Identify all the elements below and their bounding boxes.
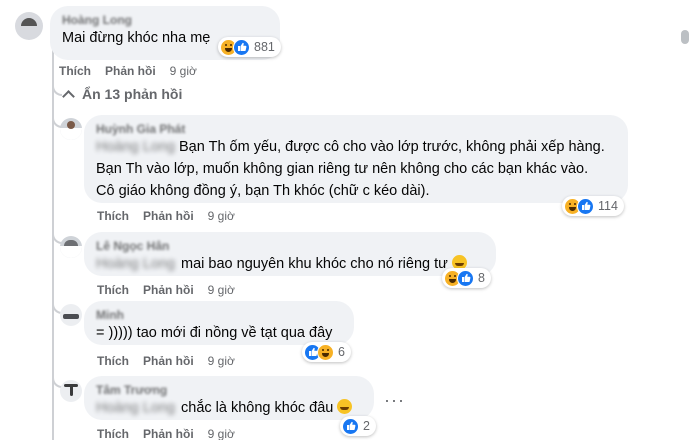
avatar[interactable] xyxy=(60,380,82,402)
mention-tag[interactable]: Hoàng Long xyxy=(96,400,175,416)
reply-button[interactable]: Phản hồi xyxy=(143,427,194,440)
hide-replies-button[interactable]: Ẩn 13 phản hồi xyxy=(62,86,183,103)
reply-author[interactable]: Lê Ngọc Hân xyxy=(96,239,484,253)
avatar-figure xyxy=(64,240,78,246)
reply-time[interactable]: 9 giờ xyxy=(208,354,235,368)
reaction-summary[interactable]: 881 xyxy=(218,37,281,57)
avatar-figure xyxy=(21,18,37,26)
reply-button[interactable]: Phản hồi xyxy=(143,283,194,297)
reply-bubble: Lê Ngọc Hân Hoàng Long mai bao nguyên khu… xyxy=(84,232,496,276)
reply-actions: Thích Phản hồi 9 giờ xyxy=(97,427,235,440)
reaction-summary[interactable]: 8 xyxy=(442,268,491,288)
reaction-count: 6 xyxy=(338,345,345,359)
comment-actions: Thích Phản hồi 9 giờ xyxy=(59,64,197,78)
reply-text: = ))))) tao mới đi nồng về tạt qua đây xyxy=(96,325,333,341)
hide-replies-label: Ẩn 13 phản hồi xyxy=(82,86,183,102)
scrollbar-thumb[interactable] xyxy=(681,30,689,44)
like-icon xyxy=(457,269,474,287)
avatar[interactable] xyxy=(60,118,82,140)
comment-time[interactable]: 9 giờ xyxy=(170,64,197,78)
reply-button[interactable]: Phản hồi xyxy=(143,209,194,223)
like-button[interactable]: Thích xyxy=(59,64,91,78)
reaction-count: 114 xyxy=(598,199,618,213)
reply-time[interactable]: 9 giờ xyxy=(208,427,235,440)
like-button[interactable]: Thích xyxy=(97,209,129,223)
avatar-figure xyxy=(63,314,79,319)
like-button[interactable]: Thích xyxy=(97,427,129,440)
reply-button[interactable]: Phản hồi xyxy=(105,64,156,78)
reply-text: Hoàng Long mai bao nguyên khu khóc cho nó… xyxy=(96,253,484,275)
reply-text-line: Bạn Th vào lớp, muốn không gian riêng tư… xyxy=(96,161,589,177)
reply-author[interactable]: Tâm Trương xyxy=(96,383,362,397)
reaction-summary[interactable]: 114 xyxy=(562,196,624,216)
reply-author[interactable]: Huỳnh Gia Phát xyxy=(96,122,616,136)
haha-icon xyxy=(317,343,334,361)
like-icon xyxy=(342,417,359,435)
avatar-figure xyxy=(70,384,73,396)
like-icon xyxy=(233,38,250,56)
reaction-summary[interactable]: 2 xyxy=(340,416,376,436)
reply-author[interactable]: Minh xyxy=(96,308,342,322)
like-icon xyxy=(577,197,594,215)
comment-author[interactable]: Hoàng Long xyxy=(62,13,268,27)
reaction-count: 8 xyxy=(478,271,485,285)
reply-actions: Thích Phản hồi 9 giờ xyxy=(97,354,235,368)
reaction-count: 881 xyxy=(254,40,275,54)
reaction-count: 2 xyxy=(363,419,370,433)
mention-tag[interactable]: Hoàng Long xyxy=(96,256,175,272)
like-button[interactable]: Thích xyxy=(97,283,129,297)
reply-bubble: Minh = ))))) tao mới đi nồng về tạt qua … xyxy=(84,301,354,345)
reply-actions: Thích Phản hồi 9 giờ xyxy=(97,209,235,223)
reply-actions: Thích Phản hồi 9 giờ xyxy=(97,283,235,297)
reply-bubble: Huỳnh Gia Phát Hoàng Long Bạn Th ốm yếu, … xyxy=(84,115,628,203)
reply-text-line: Cô giáo không đồng ý, bạn Th khóc (chữ c… xyxy=(96,183,430,199)
reply-text: Hoàng Long Bạn Th ốm yếu, được cô cho vào… xyxy=(96,139,605,155)
chevron-up-icon xyxy=(62,89,75,103)
reaction-summary[interactable]: 6 xyxy=(302,342,351,362)
avatar[interactable] xyxy=(60,304,82,326)
mention-tag[interactable]: Hoàng Long xyxy=(96,139,175,155)
reply-bubble: Tâm Trương Hoàng Long chắc là không khóc … xyxy=(84,376,374,420)
avatar[interactable] xyxy=(60,236,82,258)
more-options-button[interactable]: ··· xyxy=(384,390,405,411)
like-button[interactable]: Thích xyxy=(97,354,129,368)
reply-time[interactable]: 9 giờ xyxy=(208,209,235,223)
reply-text: Hoàng Long chắc là không khóc đâu xyxy=(96,397,362,419)
avatar-figure xyxy=(67,121,75,129)
avatar[interactable] xyxy=(15,12,43,40)
reply-button[interactable]: Phản hồi xyxy=(143,354,194,368)
grinning-emoji-icon xyxy=(337,399,353,414)
reply-time[interactable]: 9 giờ xyxy=(208,283,235,297)
